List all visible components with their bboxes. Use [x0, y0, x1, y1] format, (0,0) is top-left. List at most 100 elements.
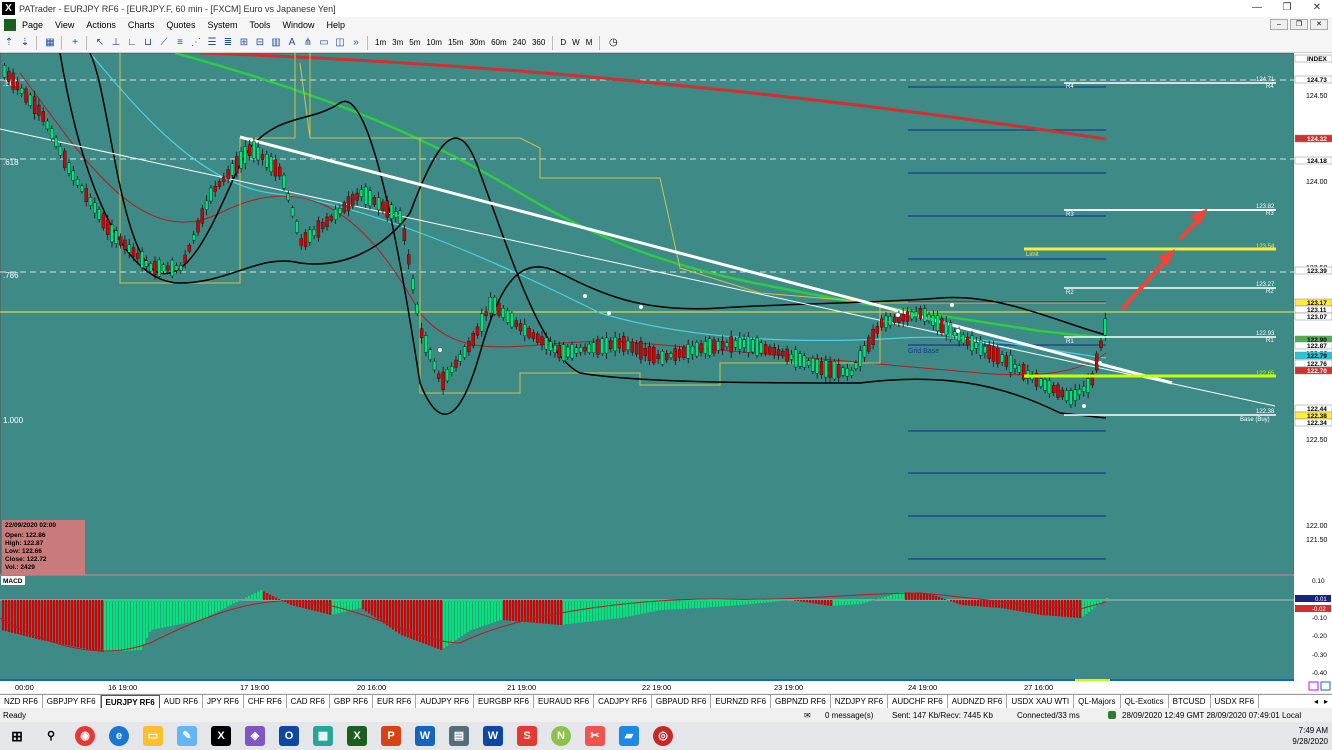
tab-usdx-rf6[interactable]: USDX RF6	[1211, 695, 1260, 708]
tab-ql-majors[interactable]: QL-Majors	[1074, 695, 1121, 708]
file-explorer-icon[interactable]: ▭	[143, 726, 163, 746]
tab-nzdjpy-rf6[interactable]: NZDJPY RF6	[831, 695, 889, 708]
trendline-icon[interactable]: ⟋	[157, 36, 171, 50]
message-icon[interactable]: ✉	[804, 711, 811, 720]
menu-page[interactable]: Page	[16, 20, 49, 30]
menu-window[interactable]: Window	[276, 20, 320, 30]
timeframe-10m[interactable]: 10m	[423, 38, 445, 47]
pen-app-icon[interactable]: ✎	[177, 726, 197, 746]
timeframe-5m[interactable]: 5m	[406, 38, 423, 47]
mdi-close-button[interactable]: ✕	[1310, 19, 1328, 30]
remote-app-icon[interactable]: ▰	[619, 726, 639, 746]
tab-gbpaud-rf6[interactable]: GBPAUD RF6	[652, 695, 712, 708]
timeframe-monthly[interactable]: M	[583, 38, 596, 47]
tab-chf-rf6[interactable]: CHF RF6	[244, 695, 287, 708]
edge-icon[interactable]: e	[109, 726, 129, 746]
excel-icon[interactable]: X	[347, 726, 367, 746]
tab-cad-rf6[interactable]: CAD RF6	[287, 695, 330, 708]
tab-gbpnzd-rf6[interactable]: GBPNZD RF6	[771, 695, 831, 708]
powerpoint-icon[interactable]: P	[381, 726, 401, 746]
sell-arrow-icon[interactable]: ⇣	[18, 36, 32, 50]
timeframe-30m[interactable]: 30m	[467, 38, 489, 47]
media-app-icon[interactable]: ◈	[245, 726, 265, 746]
notepad-plus-icon[interactable]: N	[551, 726, 571, 746]
snip-tool-icon[interactable]: ✂	[585, 726, 605, 746]
calculator-icon[interactable]: ▤	[449, 726, 469, 746]
mdi-restore-button[interactable]: ❐	[1290, 19, 1308, 30]
timeframe-360[interactable]: 360	[529, 38, 548, 47]
word-icon[interactable]: W	[415, 726, 435, 746]
gann-icon[interactable]: ≣	[221, 36, 235, 50]
security-app-icon[interactable]: ◎	[653, 726, 673, 746]
crosshair-icon[interactable]: +	[68, 36, 82, 50]
clock-icon[interactable]: ◷	[606, 36, 620, 50]
timeframe-15m[interactable]: 15m	[445, 38, 467, 47]
tab-cadjpy-rf6[interactable]: CADJPY RF6	[594, 695, 652, 708]
grid-icon[interactable]: ⊞	[237, 36, 251, 50]
system-clock[interactable]: 7:49 AM 9/28/2020	[1292, 725, 1328, 747]
bars-icon[interactable]: ⊟	[253, 36, 267, 50]
timeframe-weekly[interactable]: W	[569, 38, 583, 47]
price-chart-svg[interactable]: .500 .618 .786 1.000 R4 124.71 R4 R3 123…	[0, 51, 1332, 693]
tab-jpy-rf6[interactable]: JPY RF6	[203, 695, 244, 708]
mdi-minimize-button[interactable]: –	[1270, 19, 1288, 30]
tab-scroll-left-icon[interactable]: ◂	[1314, 697, 1318, 706]
ellipse-icon[interactable]: ◫	[333, 36, 347, 50]
tab-eurjpy-rf6[interactable]: EURJPY RF6	[100, 694, 160, 709]
tab-aud-rf6[interactable]: AUD RF6	[160, 695, 203, 708]
restore-button[interactable]: ❐	[1272, 0, 1302, 16]
fibonacci-icon[interactable]: ≡	[173, 36, 187, 50]
spreadsheet-app-icon[interactable]: ▦	[313, 726, 333, 746]
menu-actions[interactable]: Actions	[80, 20, 122, 30]
menu-tools[interactable]: Tools	[243, 20, 276, 30]
text-icon[interactable]: A	[285, 36, 299, 50]
menu-quotes[interactable]: Quotes	[160, 20, 201, 30]
tab-eurnzd-rf6[interactable]: EURNZD RF6	[711, 695, 772, 708]
tab-btcusd[interactable]: BTCUSD	[1169, 695, 1211, 708]
timeframe-3m[interactable]: 3m	[389, 38, 406, 47]
price-chart-area[interactable]: .500 .618 .786 1.000 R4 124.71 R4 R3 123…	[0, 51, 1332, 693]
windows-start-icon[interactable]: ⊞	[7, 726, 27, 746]
fib-fan-icon[interactable]: ⋰	[189, 36, 203, 50]
cursor-icon[interactable]: ↖	[93, 36, 107, 50]
fib-retrace-icon[interactable]: ☰	[205, 36, 219, 50]
tab-gbp-rf6[interactable]: GBP RF6	[330, 695, 373, 708]
rectangle-icon[interactable]: ▭	[317, 36, 331, 50]
status-messages[interactable]: 0 message(s)	[825, 711, 873, 720]
tab-euraud-rf6[interactable]: EURAUD RF6	[534, 695, 595, 708]
menu-view[interactable]: View	[49, 20, 80, 30]
tab-scroll-right-icon[interactable]: ▸	[1324, 697, 1328, 706]
horizontal-line-icon[interactable]: ⊥	[109, 36, 123, 50]
pitchfork-icon[interactable]: ⋔	[301, 36, 315, 50]
buy-arrow-icon[interactable]: ⇡	[2, 36, 16, 50]
outlook-icon[interactable]: O	[279, 726, 299, 746]
histogram-icon[interactable]: ▥	[269, 36, 283, 50]
timeframe-60m[interactable]: 60m	[488, 38, 510, 47]
minimize-button[interactable]: —	[1242, 0, 1272, 16]
channel-icon[interactable]: ⊔	[141, 36, 155, 50]
word-doc-icon[interactable]: W	[483, 726, 503, 746]
tab-nzd-rf6[interactable]: NZD RF6	[0, 695, 43, 708]
timeframe-240[interactable]: 240	[510, 38, 529, 47]
patrader-icon[interactable]: X	[211, 726, 231, 746]
menu-charts[interactable]: Charts	[122, 20, 161, 30]
snagit-icon[interactable]: S	[517, 726, 537, 746]
chart-icon[interactable]: ▦	[43, 36, 57, 50]
timeframe-daily[interactable]: D	[557, 38, 569, 47]
tab-eurgbp-rf6[interactable]: EURGBP RF6	[474, 695, 534, 708]
tab-ql-exotics[interactable]: QL-Exotics	[1121, 695, 1169, 708]
tab-audchf-rf6[interactable]: AUDCHF RF6	[888, 695, 948, 708]
tab-audjpy-rf6[interactable]: AUDJPY RF6	[416, 695, 474, 708]
tab-audnzd-rf6[interactable]: AUDNZD RF6	[948, 695, 1008, 708]
close-button[interactable]: ✕	[1302, 0, 1332, 16]
timeframe-1m[interactable]: 1m	[372, 38, 389, 47]
search-icon[interactable]: ⚲	[41, 726, 61, 746]
menu-help[interactable]: Help	[321, 20, 352, 30]
tab-gbpjpy-rf6[interactable]: GBPJPY RF6	[43, 695, 101, 708]
vertical-line-icon[interactable]: ∟	[125, 36, 139, 50]
menu-system[interactable]: System	[201, 20, 243, 30]
chrome-icon[interactable]: ◉	[75, 726, 95, 746]
tab-eur-rf6[interactable]: EUR RF6	[373, 695, 417, 708]
tab-usdx-xau-wti[interactable]: USDX XAU WTI	[1007, 695, 1075, 708]
more-tools-chevron-icon[interactable]: »	[349, 36, 363, 50]
